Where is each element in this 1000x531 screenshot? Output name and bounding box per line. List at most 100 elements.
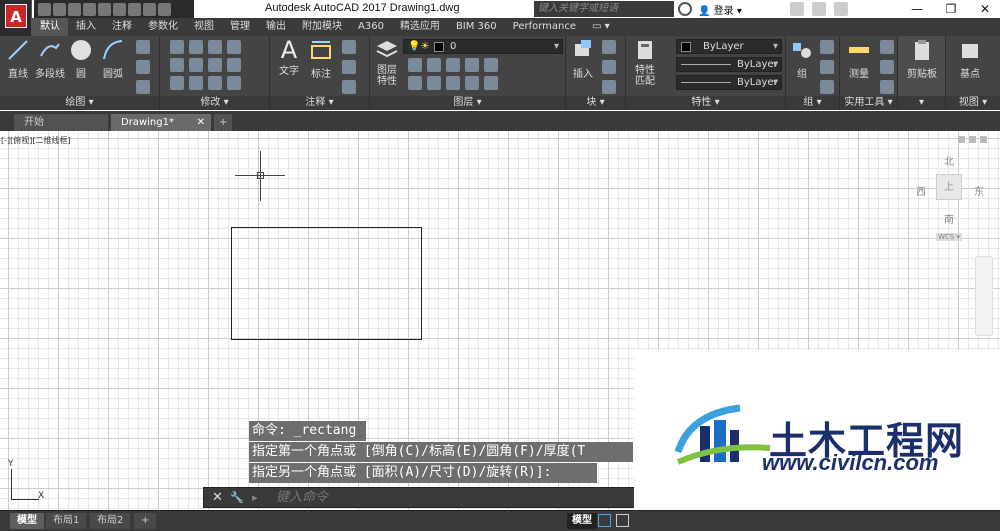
layer-current-icon[interactable] (408, 76, 422, 90)
mirror-icon[interactable] (189, 58, 203, 72)
offset-icon[interactable] (227, 76, 241, 90)
insert-button[interactable]: 插入 (568, 38, 598, 80)
restore-button[interactable]: ❐ (934, 0, 968, 18)
edit-block-icon[interactable] (602, 60, 616, 74)
layers-group-label[interactable]: 图层 ▾ (370, 96, 565, 110)
tab-featured-apps[interactable]: 精选应用 (392, 18, 448, 36)
undo-icon[interactable] (128, 2, 141, 16)
command-line-close-icon[interactable]: ✕ (212, 490, 223, 505)
layer-lock-icon[interactable] (465, 58, 479, 72)
new-icon[interactable] (38, 2, 51, 16)
viewcube-west[interactable]: 西 (916, 183, 926, 198)
dimension-button[interactable]: 标注 (308, 38, 334, 80)
tab-annotate[interactable]: 注释 (104, 18, 140, 36)
doc-tab-start[interactable]: 开始 (14, 114, 108, 131)
layer-dropdown[interactable]: 💡☀ 0 ▾ (403, 39, 563, 54)
layer-freeze-icon[interactable] (446, 58, 460, 72)
text-button[interactable]: A 文字 (276, 38, 302, 77)
help-icon[interactable] (834, 2, 848, 16)
web-mobile-icon[interactable] (98, 2, 111, 16)
tab-manage[interactable]: 管理 (222, 18, 258, 36)
scale-icon[interactable] (189, 76, 203, 90)
tab-bim360[interactable]: BIM 360 (448, 18, 505, 36)
search-input[interactable]: 键入关键字或短语 (534, 1, 674, 17)
clipboard-group-label[interactable]: ▾ (898, 96, 945, 110)
close-button[interactable]: ✕ (968, 0, 1000, 18)
linear-dim-icon[interactable] (342, 40, 356, 54)
tab-addins[interactable]: 附加模块 (294, 18, 350, 36)
layer-unlock-icon[interactable] (484, 76, 498, 90)
modify-group-label[interactable]: 修改 ▾ (160, 96, 269, 110)
save-icon[interactable] (68, 2, 81, 16)
print-icon[interactable] (113, 2, 126, 16)
model-space-button[interactable]: 模型 (567, 513, 597, 529)
viewport-close-icon[interactable] (980, 136, 987, 143)
layout-tab-model[interactable]: 模型 (10, 513, 44, 529)
layer-properties-button[interactable]: 图层 特性 (372, 38, 402, 87)
trim-icon[interactable] (208, 40, 222, 54)
explode-icon[interactable] (227, 58, 241, 72)
hatch-icon[interactable] (136, 60, 150, 74)
ellipse-icon[interactable] (136, 80, 150, 94)
clipboard-button[interactable]: 剪贴板 (902, 38, 942, 80)
viewcube[interactable]: 北 西 上 东 南 WCS ▾ (914, 149, 994, 241)
viewport-controls[interactable]: [-][俯视][二维线框] (1, 135, 71, 146)
copy-icon[interactable] (170, 58, 184, 72)
fillet-icon[interactable] (208, 58, 222, 72)
customize-qat-icon[interactable] (158, 2, 171, 16)
lineweight-dropdown[interactable]: ByLayer ▾ (676, 75, 782, 90)
quick-select-icon[interactable] (880, 60, 894, 74)
drawn-rectangle[interactable] (231, 227, 422, 340)
layer-off-icon[interactable] (408, 58, 422, 72)
binoculars-icon[interactable] (678, 2, 692, 16)
redo-icon[interactable] (143, 2, 156, 16)
tab-parametric[interactable]: 参数化 (140, 18, 186, 36)
view-group-label[interactable]: 视图 ▾ (946, 96, 1000, 110)
wcs-menu[interactable]: WCS ▾ (936, 233, 962, 241)
layout-tab-layout2[interactable]: 布局2 (90, 513, 131, 529)
exchange-apps-icon[interactable] (790, 2, 804, 16)
tab-a360[interactable]: A360 (350, 18, 392, 36)
utilities-group-label[interactable]: 实用工具 ▾ (840, 96, 897, 110)
block-attribute-icon[interactable] (602, 80, 616, 94)
base-view-button[interactable]: 基点 (950, 38, 990, 80)
layer-match-icon[interactable] (484, 58, 498, 72)
linetype-dropdown[interactable]: ByLayer ▾ (676, 57, 782, 72)
grid-icon[interactable] (598, 514, 611, 527)
rotate-icon[interactable] (189, 40, 203, 54)
viewport-restore-icon[interactable] (969, 136, 976, 143)
stretch-icon[interactable] (170, 76, 184, 90)
group-button[interactable]: 组 (788, 38, 816, 80)
login-button[interactable]: 👤 登录 ▾ (698, 2, 742, 17)
calculator-icon[interactable] (880, 80, 894, 94)
id-point-icon[interactable] (880, 40, 894, 54)
command-line-settings-icon[interactable]: 🔧 (230, 491, 244, 504)
annotation-group-label[interactable]: 注释 ▾ (270, 96, 369, 110)
groups-group-label[interactable]: 组 ▾ (786, 96, 839, 110)
viewcube-top[interactable]: 上 (936, 174, 962, 200)
layer-copy-icon[interactable] (427, 76, 441, 90)
color-dropdown[interactable]: ByLayer ▾ (676, 39, 782, 54)
open-icon[interactable] (53, 2, 66, 16)
erase-icon[interactable] (227, 40, 241, 54)
viewcube-south[interactable]: 南 (944, 211, 954, 226)
layout-tab-layout1[interactable]: 布局1 (46, 513, 87, 529)
polyline-button[interactable]: 多段线 (34, 38, 66, 80)
create-block-icon[interactable] (602, 40, 616, 54)
tab-insert[interactable]: 插入 (68, 18, 104, 36)
layer-isolate-icon[interactable] (427, 58, 441, 72)
tab-ribbon-options[interactable]: ▭ ▾ (584, 18, 618, 36)
command-input[interactable] (276, 489, 626, 506)
arc-button[interactable]: 圆弧 (98, 38, 128, 80)
circle-button[interactable]: 圆 (68, 38, 94, 80)
array-icon[interactable] (208, 76, 222, 90)
close-icon[interactable]: ✕ (197, 114, 205, 131)
layer-unisolate-icon[interactable] (446, 76, 460, 90)
tab-output[interactable]: 输出 (258, 18, 294, 36)
line-button[interactable]: 直线 (4, 38, 32, 80)
tab-performance[interactable]: Performance (505, 18, 584, 36)
move-icon[interactable] (170, 40, 184, 54)
add-layout-button[interactable]: + (134, 513, 157, 529)
leader-icon[interactable] (342, 60, 356, 74)
measure-button[interactable]: 测量 (844, 38, 874, 80)
